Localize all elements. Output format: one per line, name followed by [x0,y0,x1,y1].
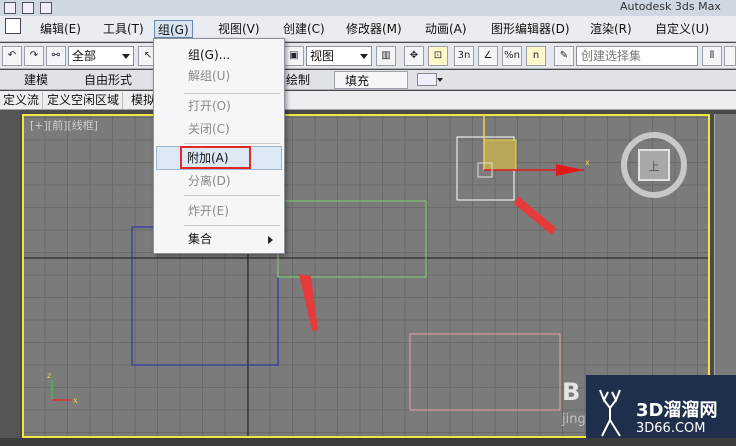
green-rectangle [277,200,427,278]
menu-separator [184,225,280,226]
menu-item-detach[interactable]: 分离(D) [188,171,231,191]
menu-separator [184,143,280,144]
menu-item-open[interactable]: 打开(O) [188,96,231,116]
menu-separator [184,195,280,196]
submenu-arrow-icon [268,236,273,244]
menu-item-close[interactable]: 关闭(C) [188,119,230,139]
svg-text:上: 上 [649,160,660,173]
menu-separator [184,93,280,94]
timeline-strip [0,438,736,446]
menu-item-ungroup[interactable]: 解组(U) [188,66,230,86]
annotation-highlight-box [180,146,251,169]
gizmo-plane [483,139,517,171]
menu-item-assembly[interactable]: 集合 [188,229,212,249]
pink-rectangle [409,333,561,411]
menu-item-explode[interactable]: 炸开(E) [188,201,229,221]
deer-logo-icon [599,389,621,437]
svg-text:x: x [73,396,78,405]
watermark-partial-text: jing [562,412,586,427]
svg-text:z: z [47,371,51,380]
watermark-partial-B: B [562,378,581,406]
menu-item-group[interactable]: 组(G)... [188,45,230,65]
app-window: Autodesk 3ds Max 编辑(E) 工具(T) 组(G) 视图(V) … [0,0,736,446]
watermark-brand: 3D溜溜网 [636,400,718,421]
watermark-url: 3D66.COM [636,421,706,436]
annotation-arrow-gizmo [514,196,556,235]
gizmo-x-arrow [556,164,584,176]
gizmo-x-label: x [585,158,590,167]
annotation-arrow-rect [299,274,318,331]
